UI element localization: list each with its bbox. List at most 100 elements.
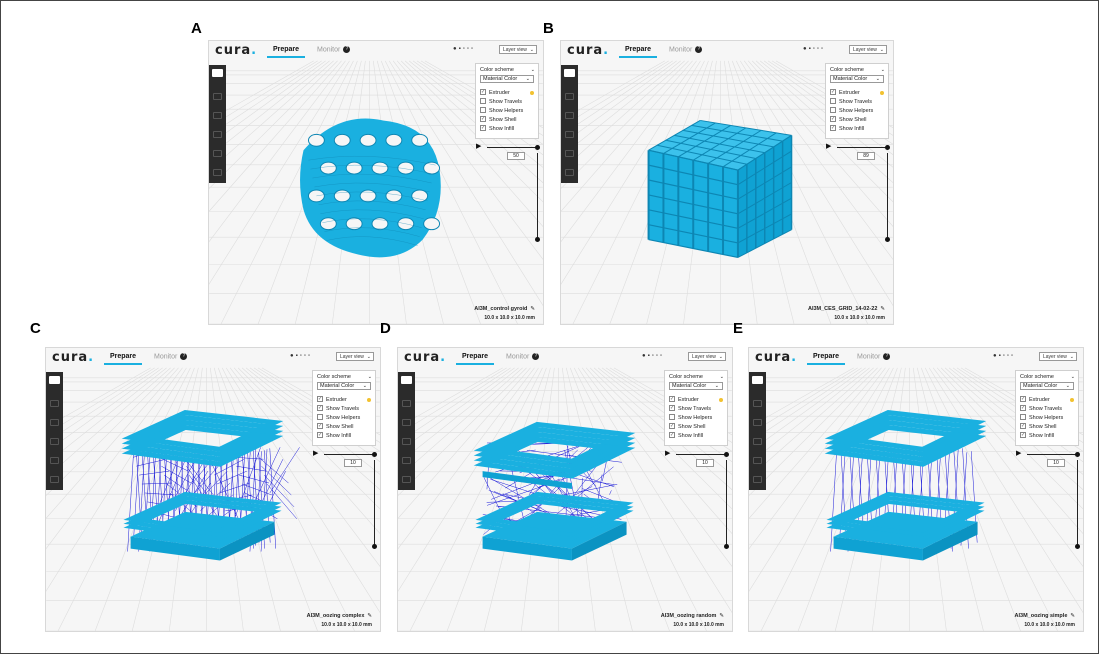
tab-monitor[interactable]: Monitor?: [506, 353, 540, 360]
rotate-tool-icon[interactable]: [402, 438, 411, 445]
checkbox[interactable]: ✓: [317, 395, 323, 402]
option-show-shell[interactable]: ✓ Show Shell: [669, 422, 706, 431]
layer-slider-track-vertical[interactable]: [374, 460, 375, 548]
mirror-tool-icon[interactable]: [402, 457, 411, 464]
slider-handle[interactable]: [724, 544, 729, 549]
option-show-travels[interactable]: ✓ Show Travels: [317, 404, 359, 413]
right-view-icon[interactable]: ▫: [308, 353, 312, 359]
color-scheme-select[interactable]: Material Color ⌄: [317, 382, 371, 390]
per-model-settings-icon[interactable]: [565, 169, 574, 176]
open-folder-icon[interactable]: [564, 69, 575, 77]
color-scheme-select[interactable]: Material Color ⌄: [669, 382, 723, 390]
tab-prepare[interactable]: Prepare: [807, 353, 845, 365]
scale-tool-icon[interactable]: [213, 112, 222, 119]
checkbox[interactable]: ✓: [669, 404, 675, 411]
mirror-tool-icon[interactable]: [50, 457, 59, 464]
option-show-shell[interactable]: ✓ Show Shell: [480, 115, 517, 124]
slider-handle[interactable]: [535, 145, 540, 150]
checkbox[interactable]: ✓: [1020, 422, 1026, 429]
layer-number-field[interactable]: 50: [507, 152, 525, 160]
slider-handle[interactable]: [372, 544, 377, 549]
per-model-settings-icon[interactable]: [50, 476, 59, 483]
tab-prepare[interactable]: Prepare: [267, 46, 305, 58]
slider-handle[interactable]: [1075, 544, 1080, 549]
checkbox[interactable]: ✓: [669, 431, 675, 438]
option-show-shell[interactable]: ✓ Show Shell: [317, 422, 354, 431]
checkbox[interactable]: ✓: [480, 115, 486, 122]
layer-number-field[interactable]: 10: [344, 459, 362, 467]
option-show-infill[interactable]: ✓ Show Infill: [669, 431, 703, 440]
option-extruder[interactable]: ✓ Extruder: [669, 395, 699, 404]
option-show-shell[interactable]: ✓ Show Shell: [1020, 422, 1057, 431]
checkbox[interactable]: ✓: [1020, 431, 1026, 438]
option-show-travels[interactable]: ✓ Show Travels: [1020, 404, 1062, 413]
option-show-helpers[interactable]: Show Helpers: [317, 413, 360, 422]
layer-number-field[interactable]: 10: [696, 459, 714, 467]
slider-handle[interactable]: [1075, 452, 1080, 457]
slider-handle[interactable]: [372, 452, 377, 457]
slider-handle[interactable]: [535, 237, 540, 242]
pencil-icon[interactable]: ✎: [367, 613, 372, 619]
checkbox[interactable]: [830, 106, 836, 113]
option-show-infill[interactable]: ✓ Show Infill: [480, 124, 514, 133]
chevron-down-icon[interactable]: ⌄: [368, 374, 372, 380]
checkbox[interactable]: ✓: [480, 88, 486, 95]
checkbox[interactable]: [1020, 413, 1026, 420]
checkbox[interactable]: ✓: [669, 395, 675, 402]
per-model-settings-icon[interactable]: [402, 476, 411, 483]
move-tool-icon[interactable]: [565, 93, 574, 100]
checkbox[interactable]: ✓: [830, 88, 836, 95]
layer-slider-track-vertical[interactable]: [726, 460, 727, 548]
option-show-infill[interactable]: ✓ Show Infill: [1020, 431, 1054, 440]
checkbox[interactable]: ✓: [317, 431, 323, 438]
option-extruder[interactable]: ✓ Extruder: [317, 395, 347, 404]
chevron-down-icon[interactable]: ⌄: [881, 67, 885, 73]
play-icon[interactable]: ▶: [476, 142, 481, 150]
slider-handle[interactable]: [724, 452, 729, 457]
tab-prepare[interactable]: Prepare: [104, 353, 142, 365]
rotate-tool-icon[interactable]: [50, 438, 59, 445]
play-icon[interactable]: ▶: [313, 449, 318, 457]
option-extruder[interactable]: ✓ Extruder: [480, 88, 510, 97]
checkbox[interactable]: [830, 97, 836, 104]
play-icon[interactable]: ▶: [665, 449, 670, 457]
layer-slider-track-vertical[interactable]: [537, 153, 538, 241]
option-show-helpers[interactable]: Show Helpers: [1020, 413, 1063, 422]
tab-monitor[interactable]: Monitor?: [154, 353, 188, 360]
open-folder-icon[interactable]: [752, 376, 763, 384]
pencil-icon[interactable]: ✎: [880, 306, 885, 312]
option-show-helpers[interactable]: Show Helpers: [669, 413, 712, 422]
checkbox[interactable]: [317, 413, 323, 420]
move-tool-icon[interactable]: [213, 93, 222, 100]
chevron-down-icon[interactable]: ⌄: [1071, 374, 1075, 380]
view-mode-select[interactable]: Layer view ⌄: [499, 45, 537, 54]
scale-tool-icon[interactable]: [402, 419, 411, 426]
view-mode-select[interactable]: Layer view ⌄: [688, 352, 726, 361]
color-scheme-select[interactable]: Material Color ⌄: [480, 75, 534, 83]
mirror-tool-icon[interactable]: [753, 457, 762, 464]
checkbox[interactable]: ✓: [317, 422, 323, 429]
view-mode-select[interactable]: Layer view ⌄: [1039, 352, 1077, 361]
layer-number-field[interactable]: 10: [1047, 459, 1065, 467]
option-extruder[interactable]: ✓ Extruder: [1020, 395, 1050, 404]
rotate-tool-icon[interactable]: [753, 438, 762, 445]
layer-slider-track-horizontal[interactable]: [676, 454, 726, 455]
option-show-infill[interactable]: ✓ Show Infill: [317, 431, 351, 440]
rotate-tool-icon[interactable]: [213, 131, 222, 138]
layer-slider-track-vertical[interactable]: [887, 153, 888, 241]
right-view-icon[interactable]: ▫: [660, 353, 664, 359]
chevron-down-icon[interactable]: ⌄: [531, 67, 535, 73]
option-show-travels[interactable]: ✓ Show Travels: [669, 404, 711, 413]
per-model-settings-icon[interactable]: [753, 476, 762, 483]
pencil-icon[interactable]: ✎: [530, 306, 535, 312]
rotate-tool-icon[interactable]: [565, 131, 574, 138]
layer-slider-track-horizontal[interactable]: [837, 147, 887, 148]
checkbox[interactable]: ✓: [317, 404, 323, 411]
play-icon[interactable]: ▶: [826, 142, 831, 150]
option-show-shell[interactable]: ✓ Show Shell: [830, 115, 867, 124]
tab-monitor[interactable]: Monitor?: [669, 46, 703, 53]
checkbox[interactable]: ✓: [830, 115, 836, 122]
layer-slider-track-horizontal[interactable]: [324, 454, 374, 455]
open-folder-icon[interactable]: [401, 376, 412, 384]
option-show-helpers[interactable]: Show Helpers: [830, 106, 873, 115]
